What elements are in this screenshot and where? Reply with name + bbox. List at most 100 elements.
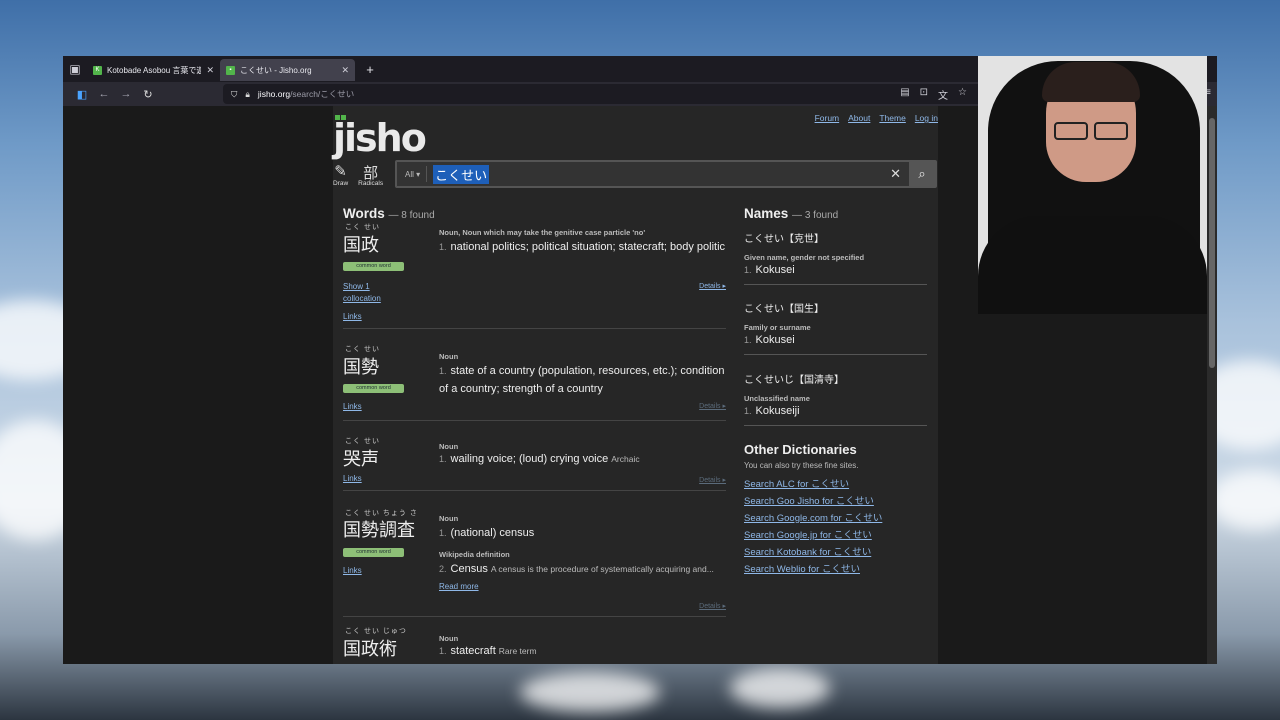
part-of-speech: Noun, Noun which may take the genitive c… (439, 228, 646, 237)
other-dictionaries-subtitle: You can also try these fine sites. (744, 461, 859, 470)
close-icon[interactable]: ✕ (341, 65, 349, 76)
reload-icon[interactable]: ↻ (137, 88, 159, 101)
tab-jisho[interactable]: ▪ こくせい - Jisho.org ✕ (220, 59, 355, 81)
radicals-label: Radicals (358, 180, 384, 187)
names-section: Names — 3 found こくせい【克世】 Given name, gen… (744, 206, 927, 575)
shield-icon[interactable]: ⛉ (231, 89, 237, 100)
jisho-logo[interactable]: jisho (333, 112, 427, 160)
common-word-badge: common word (343, 548, 404, 557)
name-reading: こくせい【国生】 (744, 304, 824, 315)
jisho-content: jisho Forum About Theme Log in ✎ Draw 部 … (333, 106, 938, 664)
collocation-link[interactable]: collocation (343, 294, 381, 303)
links-link[interactable]: Links (343, 312, 362, 321)
bookmark-star-icon[interactable]: ☆ (958, 87, 967, 102)
part-of-speech: Noun (439, 352, 459, 361)
definition: 1. national politics; political situation… (439, 241, 726, 253)
draw-button[interactable]: ✎ Draw (333, 162, 348, 187)
name-reading: こくせい【克世】 (744, 234, 824, 245)
search-input[interactable]: こくせい (433, 164, 490, 184)
name-type: Unclassified name (744, 394, 810, 403)
part-of-speech: Noun (439, 514, 459, 523)
name-value: 1. Kokusei (744, 334, 795, 346)
address-bar[interactable]: ⛉ 🔒︎ jisho.org/search/こくせい (223, 84, 983, 104)
links-link[interactable]: Links (343, 402, 362, 411)
kotobade-favicon-icon: K (93, 65, 102, 75)
divider (343, 490, 726, 491)
scrollbar[interactable] (1207, 106, 1217, 664)
login-link[interactable]: Log in (915, 113, 938, 123)
divider (744, 354, 927, 355)
name-value: 1. Kokusei (744, 264, 795, 276)
tab-title: Kotobade Asobou 言葉で遊ぼ (107, 65, 202, 75)
tab-kotobade[interactable]: K Kotobade Asobou 言葉で遊ぼ ✕ (87, 59, 220, 81)
details-link[interactable]: Details ▸ (699, 282, 726, 290)
clear-icon[interactable]: ✕ (890, 166, 901, 182)
definition: 1. wailing voice; (loud) crying voice Arch… (439, 453, 640, 465)
divider (343, 420, 726, 421)
forward-icon[interactable]: → (115, 88, 137, 100)
about-link[interactable]: About (848, 113, 870, 123)
new-tab-icon[interactable]: + (359, 62, 381, 77)
divider (343, 328, 726, 329)
person-hair (1042, 62, 1140, 102)
tab-list-icon[interactable]: ▣ (63, 56, 87, 82)
word-entry: こく せい 哭声 Links Noun 1. wailing voice; (lo… (343, 434, 726, 504)
search-kotobank-link[interactable]: Search Kotobank for こくせい (744, 547, 871, 558)
name-reading: こくせいじ【国清寺】 (744, 375, 844, 386)
links-link[interactable]: Links (343, 566, 362, 575)
name-entry: こくせい【克世】 Given name, gender not specifie… (744, 230, 927, 285)
name-value: 1. Kokuseiji (744, 405, 800, 417)
scroll-thumb[interactable] (1209, 118, 1215, 368)
other-dictionaries-links: Search ALC for こくせい Search Goo Jisho for… (744, 476, 882, 575)
read-more-link[interactable]: Read more (439, 582, 479, 591)
screenshot-icon[interactable]: ⊡ (920, 87, 928, 102)
back-icon[interactable]: ← (93, 88, 115, 100)
common-word-badge: common word (343, 384, 404, 393)
divider (744, 425, 927, 426)
tab-title: こくせい - Jisho.org (240, 65, 312, 75)
names-heading: Names — 3 found (744, 206, 839, 221)
search-icon: ⌕ (918, 166, 926, 181)
kanji: 哭声 (343, 449, 379, 470)
search-button[interactable]: ⌕ (909, 162, 935, 186)
logo-dots (335, 115, 346, 120)
definition: 1. (national) census (439, 527, 535, 539)
details-link[interactable]: Details ▸ (699, 402, 726, 410)
search-box: All ▾ こくせい ✕ ⌕ (395, 160, 937, 188)
search-filter-dropdown[interactable]: All ▾ (397, 166, 428, 182)
details-link[interactable]: Details ▸ (699, 476, 726, 484)
word-entry: こく せい じゅつ 国政術 Noun 1. statecraft Rare term (343, 624, 726, 664)
search-goo-link[interactable]: Search Goo Jisho for こくせい (744, 496, 874, 507)
definition: 1. state of a country (population, resour… (439, 365, 725, 395)
other-dictionaries-heading: Other Dictionaries (744, 442, 857, 457)
usage-note: Archaic (611, 454, 640, 464)
divider (343, 616, 726, 617)
translate-icon[interactable]: 文 (938, 87, 948, 102)
name-entry: こくせい【国生】 Family or surname 1. Kokusei (744, 300, 927, 355)
show-collocation-link[interactable]: Show 1 (343, 282, 370, 291)
search-google-jp-link[interactable]: Search Google.jp for こくせい (744, 530, 872, 541)
person-shirt (978, 216, 1207, 314)
draw-label: Draw (333, 180, 349, 187)
links-link[interactable]: Links (343, 474, 362, 483)
close-icon[interactable]: ✕ (206, 65, 214, 76)
reader-view-icon[interactable]: ▤ (900, 87, 909, 102)
logo-text: jisho (333, 116, 427, 160)
words-section: Words — 8 found こく せい 国政 common word Sho… (343, 206, 726, 660)
names-count: — 3 found (792, 210, 839, 221)
search-alc-link[interactable]: Search ALC for こくせい (744, 479, 849, 490)
forum-link[interactable]: Forum (815, 113, 840, 123)
search-google-com-link[interactable]: Search Google.com for こくせい (744, 513, 882, 524)
lock-icon[interactable]: 🔒︎ (245, 89, 250, 100)
name-type: Family or surname (744, 323, 811, 332)
search-weblio-link[interactable]: Search Weblio for こくせい (744, 564, 860, 575)
sidebar-toggle-icon[interactable]: ◧ (71, 88, 93, 101)
wikipedia-label: Wikipedia definition (439, 550, 510, 559)
divider (744, 284, 927, 285)
radicals-button[interactable]: 部 Radicals (358, 162, 383, 187)
kanji: 国政 (343, 235, 379, 256)
words-heading: Words — 8 found (343, 206, 435, 221)
kanji: 国勢調査 (343, 520, 415, 541)
theme-link[interactable]: Theme (879, 113, 905, 123)
details-link[interactable]: Details ▸ (699, 602, 726, 610)
